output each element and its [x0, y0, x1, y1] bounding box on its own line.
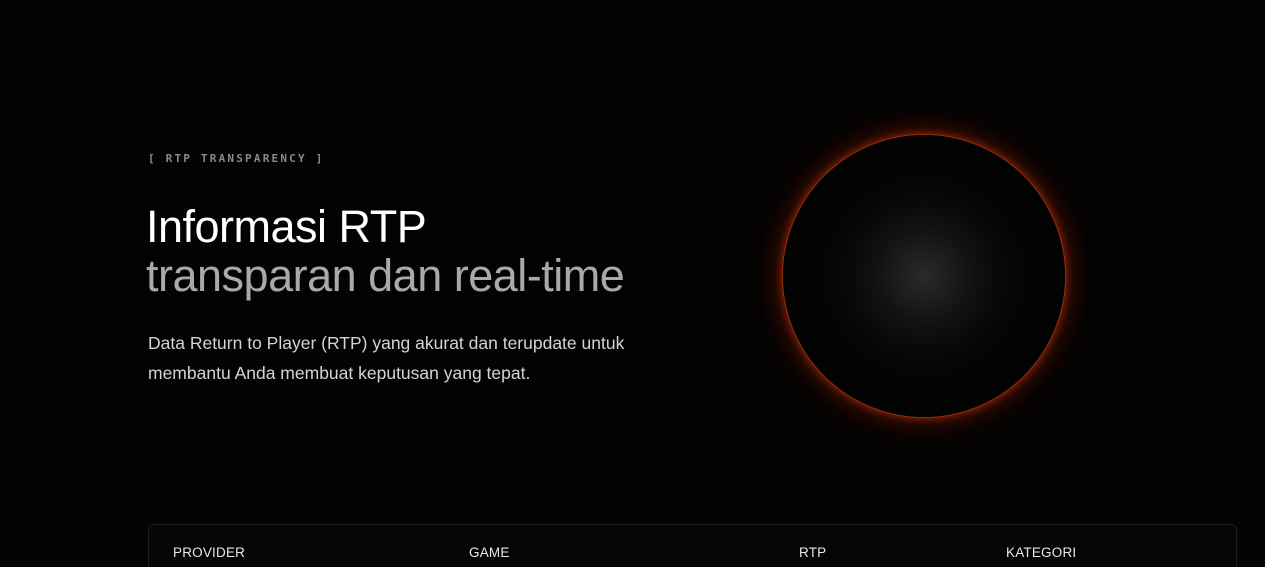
section-eyebrow: [ RTP TRANSPARENCY ]	[148, 152, 325, 165]
column-header-kategori[interactable]: KATEGORI	[1006, 545, 1076, 560]
rtp-table: PROVIDER GAME RTP KATEGORI	[148, 524, 1237, 567]
hero-description: Data Return to Player (RTP) yang akurat …	[148, 333, 625, 383]
column-header-provider[interactable]: PROVIDER	[173, 545, 245, 560]
hero-title-line2: transparan dan real-time	[146, 250, 625, 301]
column-header-game[interactable]: GAME	[469, 545, 510, 560]
hero-title: Informasi RTP transparan dan real-time	[146, 201, 625, 301]
eclipse-orb-graphic	[783, 135, 1065, 417]
column-header-rtp[interactable]: RTP	[799, 545, 826, 560]
hero-title-line1: Informasi RTP	[146, 201, 427, 252]
rtp-page: [ RTP TRANSPARENCY ] Informasi RTP trans…	[0, 0, 1265, 567]
